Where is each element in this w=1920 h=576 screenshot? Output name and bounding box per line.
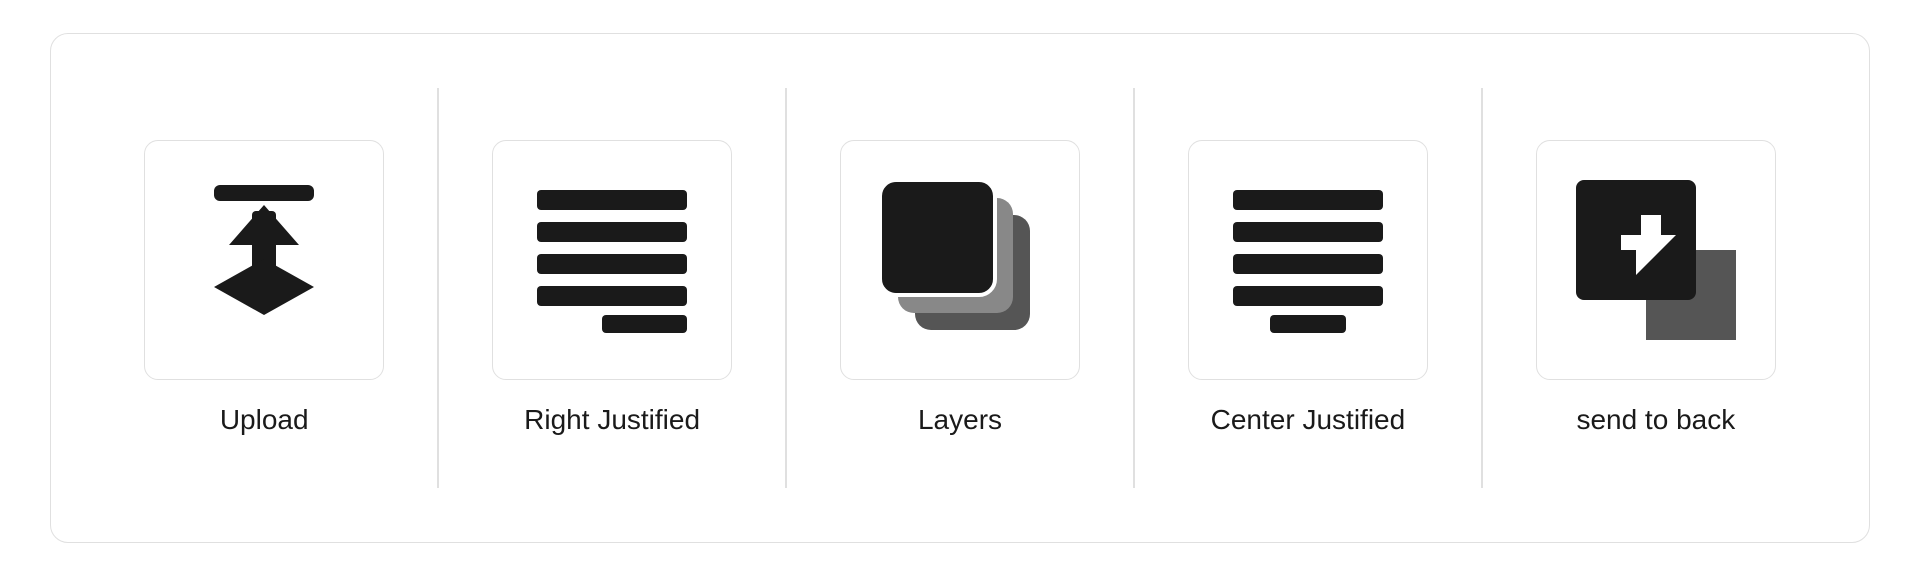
center-justified-label: Center Justified (1211, 404, 1406, 436)
main-container: Upload Right Justified (50, 33, 1870, 543)
layers-icon (870, 170, 1050, 350)
right-justified-icon (527, 180, 697, 340)
icon-item-center-justified: Center Justified (1135, 140, 1481, 436)
icon-box-center-justified[interactable] (1188, 140, 1428, 380)
layers-label: Layers (918, 404, 1002, 436)
send-to-back-label: send to back (1576, 404, 1735, 436)
icon-item-right-justified: Right Justified (439, 140, 785, 436)
upload-label: Upload (220, 404, 309, 436)
icon-box-layers[interactable] (840, 140, 1080, 380)
send-to-back-icon (1566, 170, 1746, 350)
icon-item-layers: Layers (787, 140, 1133, 436)
icons-row: Upload Right Justified (91, 64, 1829, 512)
icon-item-send-to-back: send to back (1483, 140, 1829, 436)
icon-box-right-justified[interactable] (492, 140, 732, 380)
right-justified-label: Right Justified (524, 404, 700, 436)
icon-box-send-to-back[interactable] (1536, 140, 1776, 380)
center-justified-icon (1223, 180, 1393, 340)
icon-item-upload: Upload (91, 140, 437, 436)
upload-icon (184, 175, 344, 345)
icon-box-upload[interactable] (144, 140, 384, 380)
